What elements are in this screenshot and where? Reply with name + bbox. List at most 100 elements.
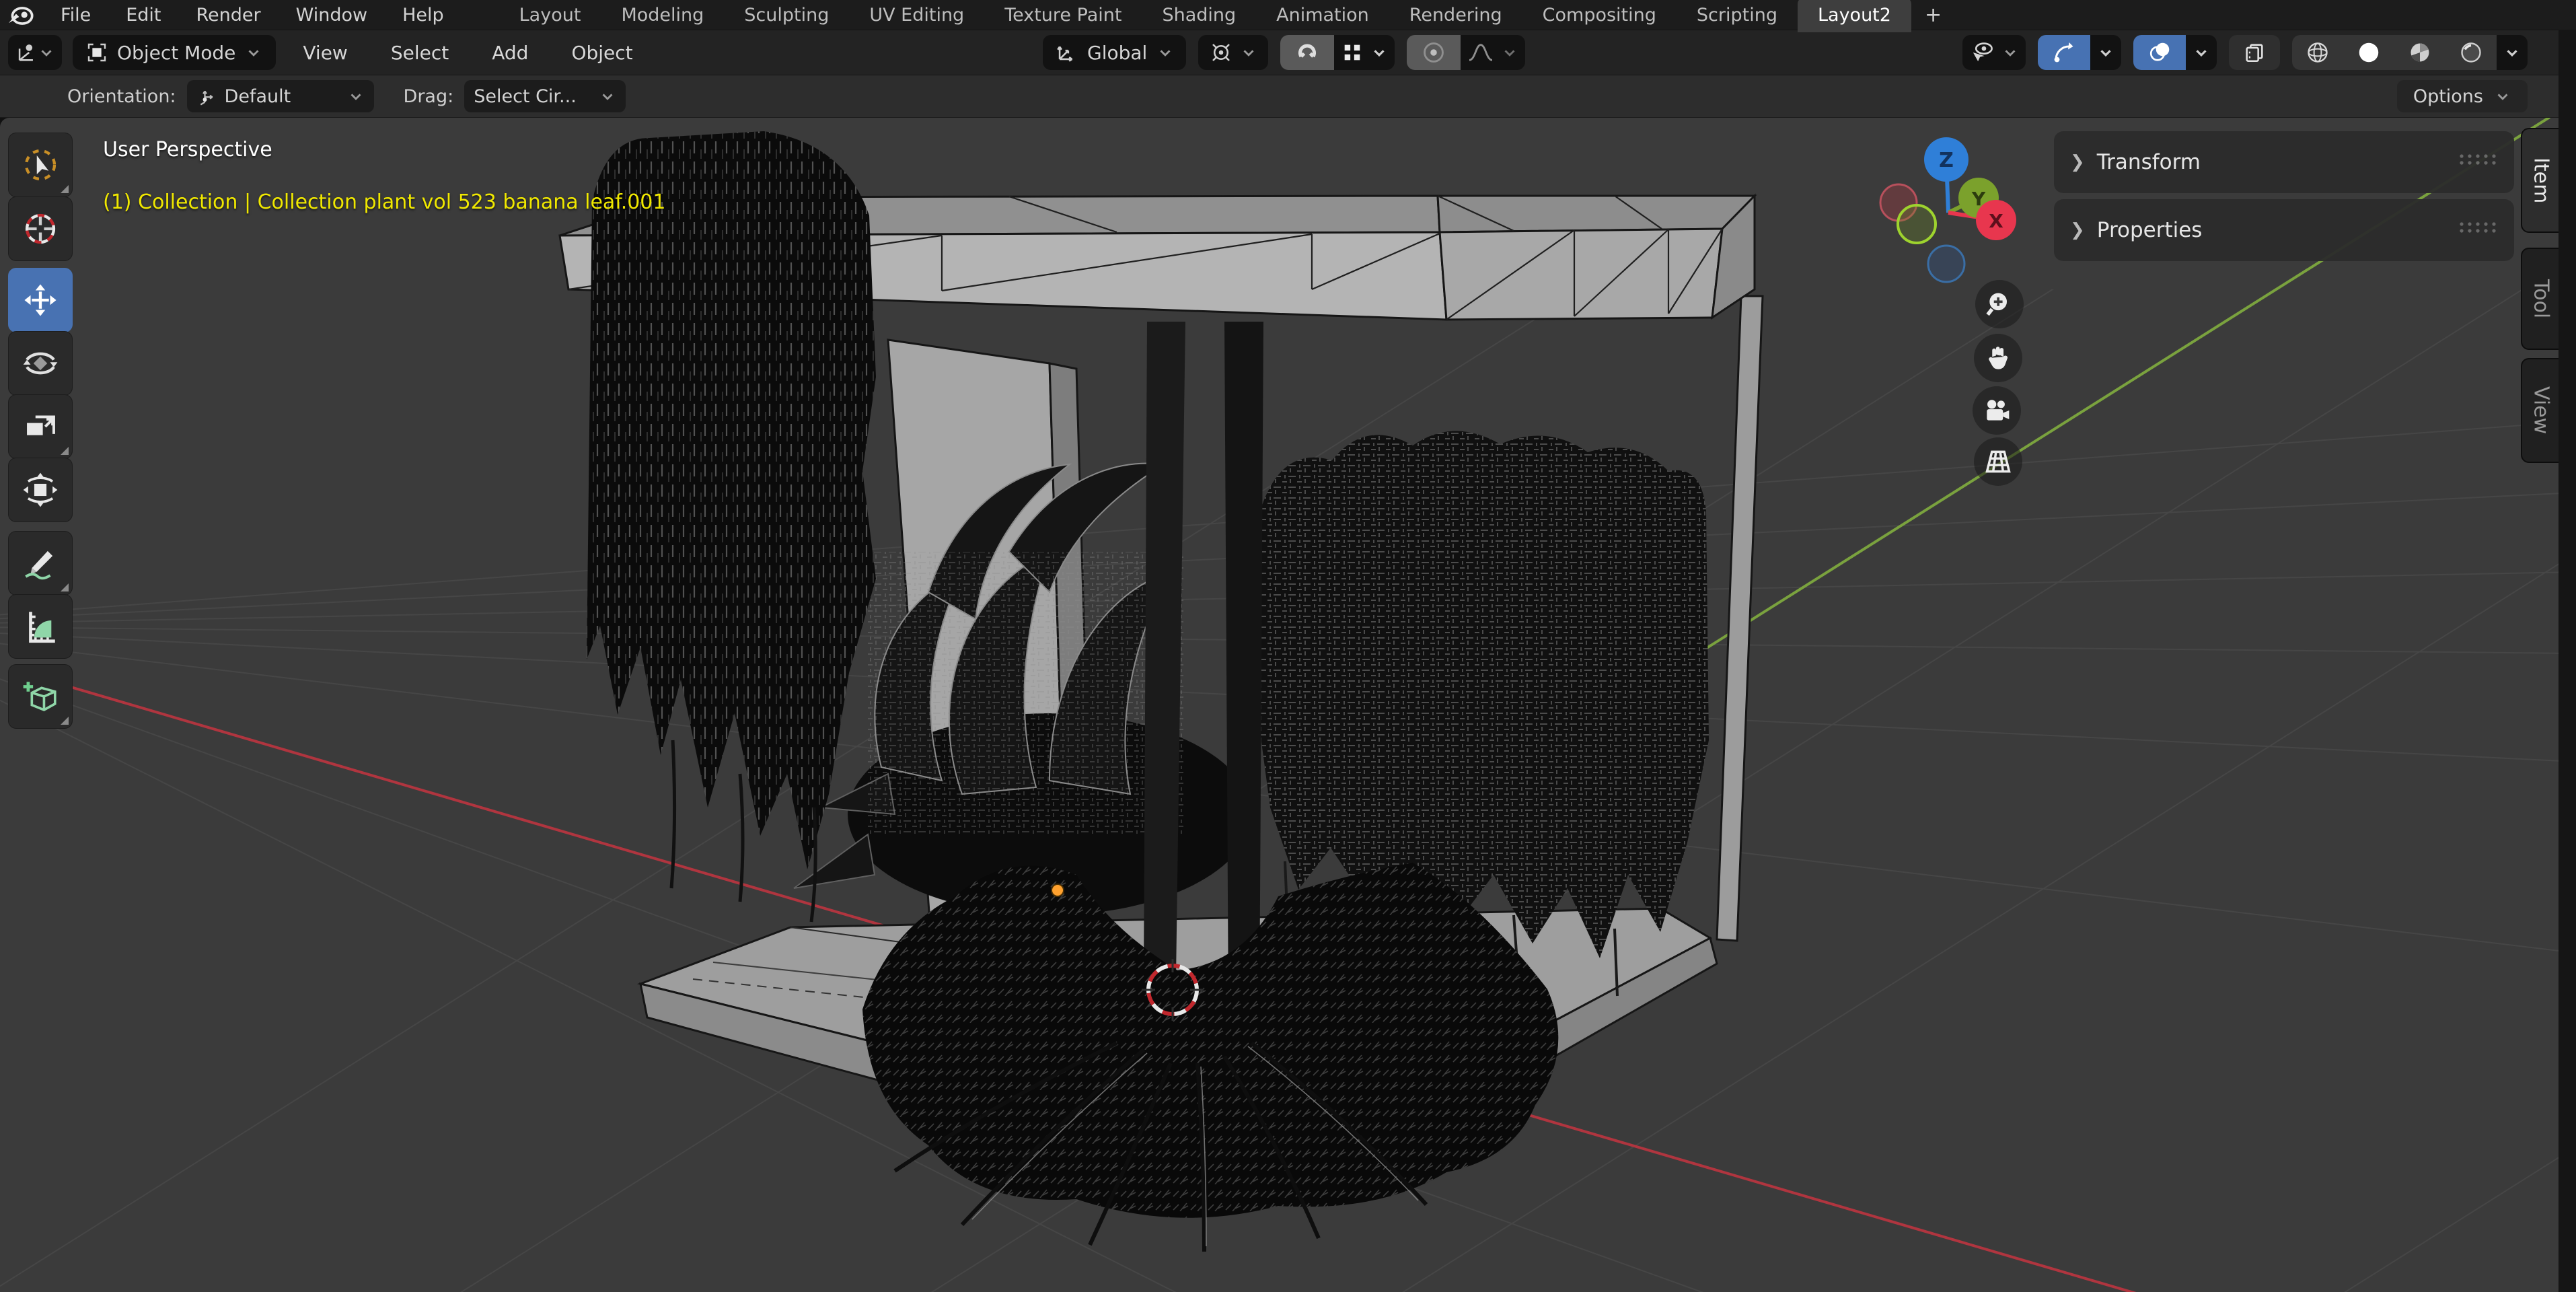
orientation-default-value: Default (224, 85, 291, 107)
menu-view[interactable]: View (287, 42, 363, 64)
camera-view-button[interactable] (1973, 386, 2021, 435)
proportional-falloff-selector[interactable] (1461, 35, 1525, 70)
subtool-indicator (61, 717, 69, 725)
object-visibility-selector[interactable] (1962, 35, 2026, 70)
object-mode-icon (87, 43, 106, 62)
tool-add-cube[interactable] (8, 664, 73, 729)
subtool-indicator (61, 185, 69, 193)
drag-grip-icon[interactable] (2458, 151, 2497, 174)
snap-toggle[interactable] (1280, 35, 1335, 70)
tool-cursor[interactable] (8, 196, 73, 261)
tool-move[interactable] (8, 268, 73, 332)
tool-annotate[interactable] (8, 531, 73, 596)
gizmo-icon (2054, 42, 2073, 63)
tab-compositing[interactable]: Compositing (1522, 0, 1677, 32)
panel-properties[interactable]: ❯ Properties (2054, 199, 2514, 261)
orientation-default-icon (200, 90, 213, 106)
annotate-icon (25, 550, 53, 580)
drag-action-value: Select Cir... (474, 85, 577, 107)
pivot-point-selector[interactable] (1198, 35, 1269, 70)
zoom-button[interactable] (1975, 280, 2024, 328)
drag-grip-icon[interactable] (2458, 219, 2497, 242)
show-gizmo-toggle[interactable] (2038, 35, 2090, 70)
region-divider[interactable] (2559, 30, 2576, 1292)
subtool-indicator (61, 583, 69, 591)
pan-button[interactable] (1974, 334, 2022, 382)
snap-mode-selector[interactable] (1334, 35, 1395, 70)
xray-icon (2246, 44, 2263, 63)
menu-help[interactable]: Help (385, 3, 462, 27)
menu-select[interactable]: Select (375, 42, 465, 64)
tab-animation[interactable]: Animation (1256, 0, 1389, 32)
tool-select-box[interactable] (8, 133, 73, 197)
tab-shading[interactable]: Shading (1142, 0, 1256, 32)
overlays-group (2133, 35, 2217, 70)
viewport-header: Object Mode View Select Add Object Globa… (0, 30, 2576, 75)
show-overlays-toggle[interactable] (2133, 35, 2186, 70)
sidebar-tab-item[interactable]: Item (2521, 128, 2560, 233)
mode-selector[interactable]: Object Mode (73, 35, 277, 70)
shading-solid-button[interactable] (2343, 35, 2394, 70)
menu-edit[interactable]: Edit (108, 3, 178, 27)
menu-add[interactable]: Add (476, 42, 544, 64)
wireframe-sphere-icon (2308, 42, 2328, 63)
tool-transform[interactable] (8, 458, 73, 522)
tab-layout[interactable]: Layout (499, 0, 601, 32)
overlays-options[interactable] (2186, 35, 2217, 70)
tool-scale[interactable] (8, 394, 73, 459)
options-button[interactable]: Options (2396, 80, 2528, 112)
tab-item-label: Item (2529, 157, 2553, 204)
navigation-controls: Z Y X (1864, 124, 2038, 486)
menu-render[interactable]: Render (178, 3, 278, 27)
tab-texture-paint[interactable]: Texture Paint (984, 0, 1142, 32)
gizmo-options[interactable] (2090, 35, 2121, 70)
topbar: File Edit Render Window Help Layout Mode… (0, 0, 2576, 32)
editor-type-selector[interactable] (8, 35, 62, 70)
tab-modeling[interactable]: Modeling (601, 0, 724, 32)
tool-rotate[interactable] (8, 331, 73, 396)
rendered-sphere-icon (2461, 42, 2481, 63)
shading-material-button[interactable] (2394, 35, 2445, 70)
sidebar-tab-tool[interactable]: Tool (2521, 248, 2560, 350)
tab-rendering[interactable]: Rendering (1389, 0, 1522, 32)
active-object-breadcrumb: (1) Collection | Collection plant vol 52… (103, 190, 666, 214)
proportional-edit-group (1407, 35, 1526, 70)
sidebar-tab-view[interactable]: View (2521, 358, 2560, 463)
viewport-3d[interactable]: User Perspective (1) Collection | Collec… (0, 118, 2576, 1292)
shading-options[interactable] (2497, 35, 2528, 70)
tab-scripting[interactable]: Scripting (1677, 0, 1798, 32)
transform-orientation-selector[interactable]: Global (1043, 35, 1187, 70)
tool-measure[interactable] (8, 594, 73, 659)
eye-cursor-icon (1973, 42, 1993, 62)
shading-wireframe-button[interactable] (2292, 35, 2343, 70)
proportional-editing-icon (1424, 42, 1444, 63)
toggle-ortho-button[interactable] (1974, 437, 2022, 486)
tab-layout2[interactable]: Layout2 (1797, 0, 1911, 32)
gizmo-minus-y[interactable] (1897, 204, 1937, 244)
magnet-icon (1298, 44, 1317, 58)
drag-orientation-select[interactable]: Default (186, 80, 374, 112)
camera-icon (1987, 400, 2010, 421)
chevron-down-icon (2497, 94, 2508, 100)
menu-window[interactable]: Window (279, 3, 385, 27)
gizmo-minus-z[interactable] (1927, 244, 1966, 283)
tab-uv-editing[interactable]: UV Editing (849, 0, 984, 32)
menu-object[interactable]: Object (555, 42, 649, 64)
tab-sculpting[interactable]: Sculpting (724, 0, 849, 32)
drag-action-select[interactable]: Select Cir... (464, 80, 626, 112)
panel-transform[interactable]: ❯ Transform (2054, 131, 2514, 193)
gizmo-x-label: X (1989, 210, 2003, 232)
chevron-down-icon (2507, 50, 2517, 57)
chevron-down-icon (1243, 50, 1254, 57)
menu-file[interactable]: File (43, 3, 108, 27)
shading-rendered-button[interactable] (2445, 35, 2497, 70)
rotate-icon (23, 352, 58, 375)
snap-increment-icon (1344, 44, 1360, 61)
blender-logo-icon[interactable] (7, 3, 34, 26)
hand-icon (1989, 347, 2008, 369)
blender-window: File Edit Render Window Help Layout Mode… (0, 0, 2576, 1292)
xray-toggle[interactable] (2229, 35, 2280, 70)
orientation-gizmo[interactable]: Z Y X (1864, 124, 2038, 299)
proportional-editing-toggle[interactable] (1407, 35, 1461, 70)
add-workspace-button[interactable]: + (1911, 0, 1955, 32)
